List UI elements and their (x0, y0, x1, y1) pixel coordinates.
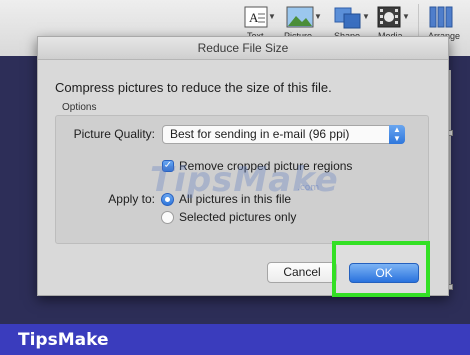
dialog-title: Reduce File Size (38, 37, 448, 60)
apply-to-label: Apply to: (108, 192, 155, 206)
chevron-down-icon: ▼ (314, 12, 322, 21)
brand-logo-text: TipsMake (18, 330, 109, 350)
svg-text:A: A (249, 10, 259, 25)
picture-quality-select[interactable]: Best for sending in e-mail (96 ppi) ▲ ▼ (162, 125, 405, 144)
dialog-description: Compress pictures to reduce the size of … (55, 80, 332, 95)
apply-selected-label[interactable]: Selected pictures only (179, 210, 296, 224)
select-stepper-icon: ▲ ▼ (389, 125, 405, 144)
arrange-icon (429, 6, 453, 28)
apply-selected-radio[interactable] (161, 211, 174, 224)
chevron-down-icon: ▼ (362, 12, 370, 21)
options-legend: Options (62, 102, 97, 113)
picture-quality-value: Best for sending in e-mail (96 ppi) (170, 127, 350, 141)
watermark-text: TipsMake (150, 160, 339, 200)
brand-bar: TipsMake (0, 324, 470, 355)
shape-icon (334, 7, 361, 29)
selection-line (449, 70, 451, 290)
picture-quality-label: Picture Quality: (73, 127, 155, 141)
cancel-button[interactable]: Cancel (267, 262, 337, 283)
chevron-down-icon: ▼ (268, 12, 276, 21)
chevron-down-icon: ▼ (402, 12, 410, 21)
watermark-suffix: .com (297, 183, 320, 193)
ok-button[interactable]: OK (349, 263, 419, 283)
